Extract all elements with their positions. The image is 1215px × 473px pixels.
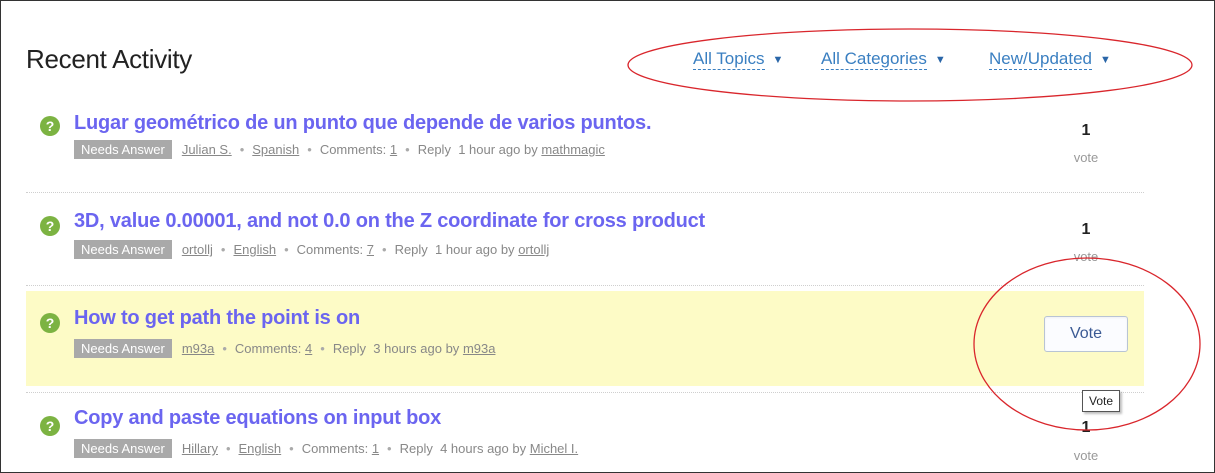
comments-count-link[interactable]: 1 [390,142,397,157]
author-link[interactable]: m93a [182,341,215,356]
vote-count: 1 [1081,221,1091,238]
question-meta: Needs Answer Julian S. • Spanish • Comments: … [74,140,605,159]
question-meta: Needs Answer Hillary • English • Comments: 1 •… [74,439,578,458]
question-meta: Needs Answer ortollj • English • Comments: 7 •… [74,240,549,259]
list-item: ? Copy and paste equations on input box … [26,393,1144,473]
vote-count: 1 [1081,419,1091,436]
activity-time: 3 hours ago by [373,341,460,356]
status-badge: Needs Answer [74,140,172,159]
divider [26,285,1144,286]
filter-sort-dropdown[interactable]: New/Updated ▼ [989,49,1111,70]
category-link[interactable]: English [239,441,282,456]
vote-count: 1 [1081,122,1091,139]
activity-time: 4 hours ago by [440,441,527,456]
status-badge: Needs Answer [74,439,172,458]
vote-label: vote [1073,150,1099,165]
reply-label: Reply [332,341,367,356]
separator-dot: • [284,242,289,257]
filter-categories-label: All Categories [821,49,927,70]
separator-dot: • [320,341,325,356]
list-item: ? 3D, value 0.00001, and not 0.0 on the … [26,193,1144,285]
question-title-link[interactable]: 3D, value 0.00001, and not 0.0 on the Z … [74,210,705,233]
last-reply-user-link[interactable]: Michel I. [530,441,578,456]
vote-label: vote [1073,448,1099,463]
filter-sort-label: New/Updated [989,49,1093,70]
filter-categories-dropdown[interactable]: All Categories ▼ [821,49,946,70]
reply-label: Reply [399,441,433,456]
question-mark-icon: ? [40,313,60,333]
separator-dot: • [405,142,410,157]
status-badge: Needs Answer [74,240,172,259]
activity-time: 1 hour ago by [435,242,515,257]
last-reply-user-link[interactable]: ortollj [518,242,549,257]
reply-label: Reply [417,142,451,157]
question-mark-icon: ? [40,116,60,136]
separator-dot: • [220,242,226,257]
question-meta: Needs Answer m93a • Comments: 4 • Reply 3 hou… [74,339,495,358]
last-reply-user-link[interactable]: mathmagic [541,142,605,157]
category-link[interactable]: Spanish [252,142,299,157]
separator-dot: • [387,441,392,456]
question-mark-icon: ? [40,216,60,236]
comments-label: Comments: [296,242,364,257]
separator-dot: • [225,441,231,456]
caret-down-icon: ▼ [1100,54,1111,66]
page-title: Recent Activity [26,44,193,74]
question-title-link[interactable]: Copy and paste equations on input box [74,407,441,430]
last-reply-user-link[interactable]: m93a [463,341,496,356]
separator-dot: • [239,142,245,157]
reply-label: Reply [394,242,428,257]
list-item-hovered: ? How to get path the point is on Needs … [26,291,1144,386]
vote-label: vote [1073,249,1099,264]
caret-down-icon: ▼ [772,54,784,66]
question-mark-icon: ? [40,416,60,436]
comments-label: Comments: [234,341,302,356]
list-item: ? Lugar geométrico de un punto que depen… [26,100,1144,192]
vote-tooltip: Vote [1082,390,1121,412]
author-link[interactable]: Julian S. [182,142,232,157]
comments-count-link[interactable]: 1 [372,441,379,456]
question-title-link[interactable]: Lugar geométrico de un punto que depende… [74,112,652,135]
comments-count-link[interactable]: 7 [367,242,374,257]
caret-down-icon: ▼ [934,54,946,66]
separator-dot: • [289,441,294,456]
author-link[interactable]: Hillary [182,441,218,456]
comments-count-link[interactable]: 4 [305,341,312,356]
activity-time: 1 hour ago by [458,142,538,157]
filter-topics-dropdown[interactable]: All Topics ▼ [693,49,784,70]
filter-topics-label: All Topics [693,49,765,70]
category-link[interactable]: English [233,242,276,257]
comments-label: Comments: [319,142,387,157]
question-title-link[interactable]: How to get path the point is on [74,307,360,330]
separator-dot: • [382,242,387,257]
comments-label: Comments: [301,441,369,456]
separator-dot: • [222,341,227,356]
author-link[interactable]: ortollj [182,242,213,257]
separator-dot: • [307,142,312,157]
status-badge: Needs Answer [74,339,172,358]
vote-button[interactable]: Vote [1044,316,1128,352]
